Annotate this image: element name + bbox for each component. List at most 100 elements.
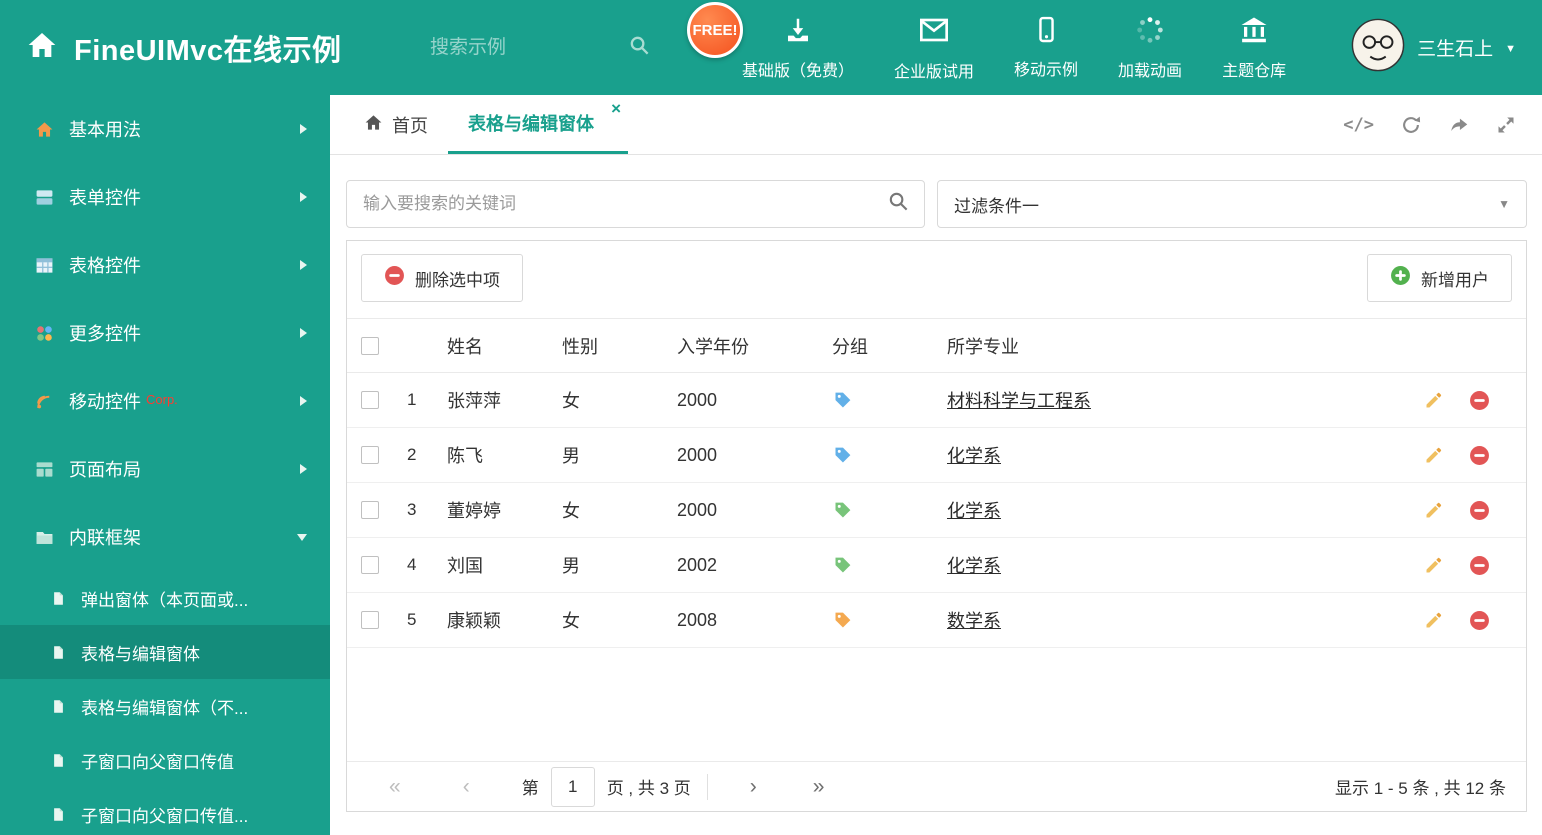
edit-icon[interactable]: [1424, 500, 1444, 521]
row-index: 5: [407, 610, 417, 629]
delete-icon[interactable]: [1469, 610, 1490, 631]
sidebar-subitem-child-to-parent[interactable]: 子窗口向父窗口传值: [0, 733, 330, 787]
mobile-icon: [1032, 15, 1061, 49]
tab-label: 首页: [392, 115, 428, 136]
search-icon[interactable]: [628, 34, 651, 62]
table-header-row: 姓名 性别 入学年份 分组 所学专业: [347, 318, 1526, 373]
delete-icon[interactable]: [1469, 445, 1490, 466]
expand-icon[interactable]: [1496, 115, 1516, 135]
home-icon: [364, 113, 383, 137]
source-code-icon[interactable]: </>: [1343, 115, 1374, 135]
tab-grid-edit-window[interactable]: 表格与编辑窗体 ×: [448, 95, 628, 154]
cell-name: 康颖颖: [447, 611, 501, 631]
sidebar-item-more-controls[interactable]: 更多控件: [0, 299, 330, 367]
tag-icon: [832, 555, 853, 576]
row-checkbox[interactable]: [361, 611, 379, 629]
major-link[interactable]: 化学系: [947, 446, 1001, 466]
major-link[interactable]: 数学系: [947, 611, 1001, 631]
header-search-input[interactable]: [428, 35, 558, 60]
row-checkbox[interactable]: [361, 501, 379, 519]
sidebar-item-label: 页面布局: [69, 460, 141, 480]
delete-icon[interactable]: [1469, 390, 1490, 411]
file-icon: [46, 590, 70, 607]
app-title: FineUIMvc在线示例: [74, 34, 342, 67]
edit-icon[interactable]: [1424, 445, 1444, 466]
sidebar-item-iframe[interactable]: 内联框架: [0, 503, 330, 571]
topnav-item-mobile-demo[interactable]: 移动示例: [1014, 15, 1078, 80]
caret-down-icon: ▼: [1505, 42, 1516, 55]
major-link[interactable]: 化学系: [947, 501, 1001, 521]
delete-icon[interactable]: [1469, 555, 1490, 576]
refresh-icon[interactable]: [1400, 114, 1422, 136]
cell-year: 2008: [677, 609, 718, 630]
sidebar-item-mobile-controls[interactable]: 移动控件 Corp.: [0, 367, 330, 435]
file-icon: [46, 644, 70, 661]
tab-home[interactable]: 首页: [344, 95, 448, 154]
row-checkbox[interactable]: [361, 391, 379, 409]
pagination-page-input[interactable]: [550, 766, 595, 807]
row-checkbox[interactable]: [361, 446, 379, 464]
sidebar-item-form-controls[interactable]: 表单控件: [0, 163, 330, 231]
topnav-item-basic-edition[interactable]: 基础版（免费）: [742, 15, 854, 81]
sidebar-subitem-grid-edit-window[interactable]: 表格与编辑窗体: [0, 625, 330, 679]
tab-tools: </>: [1343, 95, 1542, 154]
keyword-search-box: [346, 180, 925, 228]
avatar[interactable]: [1351, 18, 1405, 77]
row-index: 4: [407, 555, 417, 574]
cell-checkbox: [347, 556, 397, 574]
sidebar-subitem-grid-edit-window-alt[interactable]: 表格与编辑窗体（不...: [0, 679, 330, 733]
sidebar-item-grid-controls[interactable]: 表格控件: [0, 231, 330, 299]
select-all-checkbox[interactable]: [361, 336, 379, 355]
pagination-last-button[interactable]: »: [813, 776, 825, 797]
add-user-button[interactable]: 新增用户: [1367, 254, 1512, 302]
sidebar-subitem-child-to-parent-alt[interactable]: 子窗口向父窗口传值...: [0, 787, 330, 835]
cell-name: 董婷婷: [447, 501, 501, 521]
close-icon[interactable]: ×: [611, 99, 621, 119]
cell-actions: [1406, 555, 1526, 576]
cell-group: [832, 445, 947, 466]
search-icon[interactable]: [887, 190, 910, 218]
pagination-next-button[interactable]: ›: [750, 776, 757, 797]
filter-dropdown[interactable]: 过滤条件一 ▼: [937, 180, 1527, 228]
topnav-item-loading-animation[interactable]: 加载动画: [1118, 15, 1182, 81]
user-menu[interactable]: 三生石上 ▼: [1351, 0, 1516, 95]
sidebar-item-label: 表格控件: [69, 256, 141, 276]
edit-icon[interactable]: [1424, 555, 1444, 576]
topnav-item-enterprise-trial[interactable]: 企业版试用: [894, 14, 974, 82]
cell-group: [832, 390, 947, 411]
cell-major: 化学系: [947, 552, 1406, 578]
edit-icon[interactable]: [1424, 390, 1444, 411]
tag-icon: [832, 390, 853, 411]
app-home-icon[interactable]: [26, 29, 58, 66]
components-icon: [32, 324, 56, 343]
pagination-divider: [706, 773, 708, 800]
row-checkbox[interactable]: [361, 556, 379, 574]
table-row: 1 张萍萍 女 2000 材料科学与工程系: [347, 373, 1526, 428]
signal-icon: [32, 392, 56, 411]
delete-selected-button[interactable]: 删除选中项: [361, 254, 523, 302]
sidebar-item-label: 移动控件: [69, 392, 141, 412]
bank-icon: [1239, 15, 1269, 50]
keyword-search-input[interactable]: [361, 193, 887, 215]
share-icon[interactable]: [1448, 114, 1470, 136]
sidebar-subitem-popup-window[interactable]: 弹出窗体（本页面或...: [0, 571, 330, 625]
cell-actions: [1406, 610, 1526, 631]
add-user-label: 新增用户: [1421, 270, 1489, 290]
tag-icon: [832, 500, 853, 521]
pagination-prev-button[interactable]: ‹: [463, 776, 470, 797]
delete-icon[interactable]: [1469, 500, 1490, 521]
topnav-item-label: 加载动画: [1118, 62, 1183, 80]
header-search: [428, 0, 651, 95]
tab-label: 表格与编辑窗体: [468, 114, 594, 134]
sidebar-item-page-layout[interactable]: 页面布局: [0, 435, 330, 503]
edit-icon[interactable]: [1424, 610, 1444, 631]
major-link[interactable]: 材料科学与工程系: [947, 391, 1091, 411]
major-link[interactable]: 化学系: [947, 556, 1001, 576]
cell-checkbox: [347, 446, 397, 464]
brand: FineUIMvc在线示例: [26, 0, 342, 95]
cell-gender: 女: [562, 501, 580, 521]
topnav-item-theme-store[interactable]: 主题仓库: [1222, 15, 1286, 81]
sidebar-item-basic-usage[interactable]: 基本用法: [0, 95, 330, 163]
pagination-first-button[interactable]: «: [389, 776, 401, 797]
sidebar-subitem-label: 子窗口向父窗口传值: [81, 752, 234, 772]
